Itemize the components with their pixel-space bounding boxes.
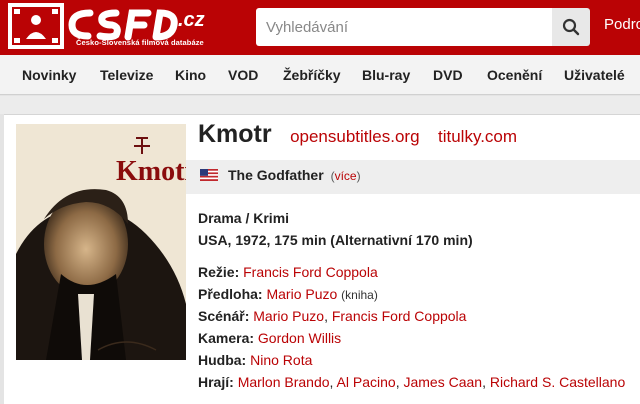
- film-title: Kmotr: [198, 120, 272, 148]
- more-titles-link[interactable]: více: [335, 169, 357, 183]
- nav-item-kino[interactable]: Kino: [175, 67, 206, 83]
- search-box: [256, 8, 552, 46]
- nav-item-vod[interactable]: VOD: [228, 67, 258, 83]
- crew-person-link[interactable]: Marlon Brando: [238, 374, 330, 390]
- crew-person-link[interactable]: Gordon Willis: [258, 330, 341, 346]
- crew-row-hraji: Hrají: Marlon Brando, Al Pacino, James C…: [198, 374, 626, 390]
- nav-item-uzivatele[interactable]: Uživatelé: [564, 67, 625, 83]
- content-gap: [0, 96, 640, 114]
- nav-item-dvd[interactable]: DVD: [433, 67, 463, 83]
- crew-row-predloha: Předloha: Mario Puzo (kniha): [198, 286, 378, 302]
- crew-row-kamera: Kamera: Gordon Willis: [198, 330, 341, 346]
- crew-label: Hudba:: [198, 352, 247, 368]
- poster-title: Kmotr: [116, 156, 186, 187]
- header-link-podrobne[interactable]: Podro: [604, 16, 640, 33]
- original-title: The Godfather (více): [228, 167, 361, 183]
- search-button[interactable]: [552, 8, 590, 46]
- poster-image: Kmotr: [16, 124, 186, 360]
- crew-label: Režie:: [198, 264, 240, 280]
- film-origin: USA, 1972, 175 min (Alternativní 170 min…: [198, 232, 473, 248]
- crew-person-link[interactable]: James Caan: [403, 374, 482, 390]
- crew-label: Předloha:: [198, 286, 263, 302]
- crew-label: Kamera:: [198, 330, 255, 346]
- crew-row-scenar: Scénář: Mario Puzo, Francis Ford Coppola: [198, 308, 467, 324]
- us-flag-icon: [200, 168, 218, 181]
- nav-item-novinky[interactable]: Novinky: [22, 67, 76, 83]
- crew-person-link[interactable]: Mario Puzo: [253, 308, 324, 324]
- crew-row-rezie: Režie: Francis Ford Coppola: [198, 264, 378, 280]
- main-nav: Novinky Televize Kino VOD Žebříčky Blu-r…: [0, 55, 640, 95]
- crew-person-link[interactable]: Richard S. Castellano: [490, 374, 625, 390]
- crew-label: Scénář:: [198, 308, 250, 324]
- search-icon: [562, 18, 580, 36]
- logo-tagline: Česko-Slovenská filmová databáze: [76, 38, 204, 47]
- nav-item-zebricky[interactable]: Žebříčky: [283, 67, 341, 83]
- link-titulky[interactable]: titulky.com: [438, 127, 517, 146]
- more-close: ): [356, 169, 361, 183]
- crew-person-link[interactable]: Al Pacino: [337, 374, 396, 390]
- film-title-row: Kmotr opensubtitles.org titulky.com: [198, 120, 640, 160]
- more-titles: (více): [331, 169, 361, 183]
- crew-person-link[interactable]: Mario Puzo: [266, 286, 337, 302]
- nav-item-oceneni[interactable]: Ocenění: [487, 67, 542, 83]
- film-genres: Drama / Krimi: [198, 210, 290, 226]
- crew-person-link[interactable]: Francis Ford Coppola: [243, 264, 378, 280]
- crew-person-link[interactable]: Nino Rota: [250, 352, 312, 368]
- search-input[interactable]: [256, 8, 552, 46]
- crew-note: (kniha): [341, 288, 378, 302]
- logo-domain: .cz: [178, 9, 205, 31]
- crew-label: Hrají:: [198, 374, 234, 390]
- nav-item-bluray[interactable]: Blu-ray: [362, 67, 410, 83]
- original-title-text: The Godfather: [228, 167, 324, 183]
- film-poster[interactable]: Kmotr: [16, 124, 186, 360]
- link-opensubtitles[interactable]: opensubtitles.org: [290, 127, 419, 146]
- crew-person-link[interactable]: Francis Ford Coppola: [332, 308, 467, 324]
- nav-item-televize[interactable]: Televize: [100, 67, 153, 83]
- crew-row-hudba: Hudba: Nino Rota: [198, 352, 312, 368]
